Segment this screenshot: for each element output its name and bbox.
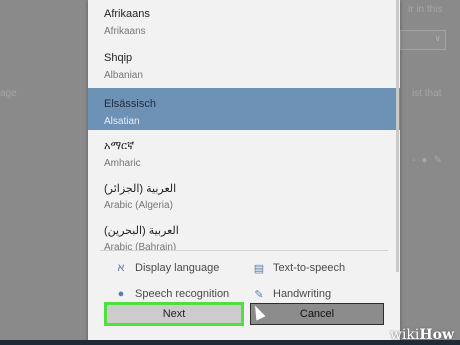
- handwriting-icon: ✎: [254, 288, 264, 301]
- list-item-alsatian[interactable]: Elsässisch Alsatian: [88, 88, 400, 130]
- background-left-text: age: [0, 88, 17, 99]
- list-item-arabic-algeria[interactable]: (العربية (الجزائر Arabic (Algeria): [88, 172, 400, 214]
- next-button[interactable]: Next: [104, 302, 244, 326]
- language-native-name: (العربية (البحرين: [104, 225, 179, 237]
- list-item-afrikaans[interactable]: Afrikaans Afrikaans: [88, 0, 400, 42]
- watermark-part2: How: [419, 327, 454, 343]
- text-to-speech-icon: ▤: [253, 262, 265, 275]
- watermark-part1: wiki: [389, 327, 420, 343]
- feature-label: Text-to-speech: [273, 262, 346, 274]
- list-item-albanian[interactable]: Shqip Albanian: [88, 42, 400, 88]
- chevron-down-icon: ∨: [434, 33, 441, 43]
- list-item-arabic-bahrain[interactable]: (العربية (البحرين Arabic (Bahrain): [88, 214, 400, 250]
- scrollbar[interactable]: [396, 0, 399, 272]
- feature-display-language: א Display language: [114, 262, 220, 274]
- wikihow-watermark: wikiHow: [390, 327, 454, 343]
- display-language-icon: א: [117, 262, 125, 274]
- feature-speech-recognition: ● Speech recognition: [114, 288, 230, 300]
- microphone-icon: ●: [117, 288, 125, 300]
- background-right-text-1: ir in this: [408, 4, 443, 15]
- microphone-icon: ●: [421, 155, 434, 166]
- feature-text-to-speech: ▤ Text-to-speech: [252, 262, 346, 275]
- language-english-name: Alsatian: [104, 116, 140, 127]
- keyboard-icon: ▫: [412, 155, 422, 166]
- feature-label: Speech recognition: [135, 288, 230, 300]
- pen-icon: ✎: [433, 155, 448, 166]
- divider: [100, 250, 388, 251]
- feature-label: Handwriting: [273, 288, 332, 300]
- language-native-name: Shqip: [104, 52, 133, 64]
- language-native-name: Afrikaans: [104, 8, 150, 20]
- language-native-name: አማርኛ: [104, 140, 135, 152]
- choose-language-dialog: Afrikaans Afrikaans Shqip Albanian Elsäs…: [88, 0, 400, 345]
- language-english-name: Arabic (Algeria): [104, 200, 173, 211]
- background-dropdown: ∨: [400, 30, 446, 50]
- language-english-name: Arabic (Bahrain): [104, 242, 177, 250]
- language-native-name: Elsässisch: [104, 98, 156, 110]
- cancel-button[interactable]: Cancel: [250, 303, 384, 325]
- background-icons: ▫●✎: [412, 155, 448, 166]
- language-english-name: Afrikaans: [104, 26, 146, 37]
- feature-handwriting: ✎ Handwriting: [252, 288, 332, 301]
- list-item-amharic[interactable]: አማርኛ Amharic: [88, 130, 400, 172]
- language-english-name: Amharic: [104, 158, 141, 169]
- feature-label: Display language: [135, 262, 220, 274]
- background-right-text-2: ist that: [412, 88, 442, 99]
- language-english-name: Albanian: [104, 70, 143, 81]
- language-list[interactable]: Afrikaans Afrikaans Shqip Albanian Elsäs…: [88, 0, 400, 250]
- language-native-name: (العربية (الجزائر: [104, 183, 177, 195]
